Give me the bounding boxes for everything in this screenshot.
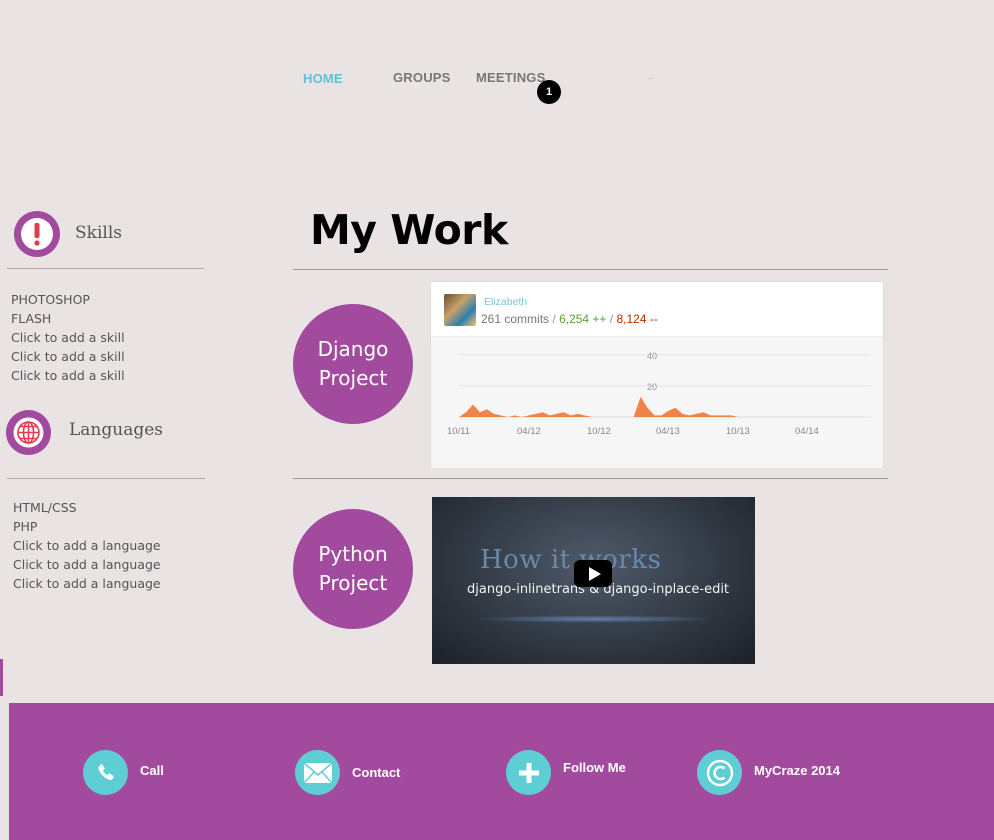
add-language-link[interactable]: Click to add a language: [13, 574, 161, 593]
commit-count: 261 commits: [481, 312, 550, 326]
y-tick-label: 20: [647, 382, 657, 392]
languages-divider: [7, 478, 205, 479]
languages-list: HTML/CSS PHP Click to add a language Cli…: [13, 498, 161, 593]
language-item: PHP: [13, 519, 38, 534]
footer-call-label: Call: [140, 763, 164, 778]
sidebar-accent-bar: [0, 659, 3, 696]
add-language-link[interactable]: Click to add a language: [13, 536, 161, 555]
plus-icon: [506, 750, 551, 795]
add-language-link[interactable]: Click to add a language: [13, 555, 161, 574]
footer-copyright-label: MyCraze 2014: [754, 763, 840, 778]
commit-activity-card[interactable]: Elizabeth 261 commits / 6,254 ++ / 8,124…: [430, 281, 884, 468]
phone-icon: [83, 750, 128, 795]
avatar[interactable]: [444, 294, 476, 326]
x-tick-label: 04/14: [795, 426, 819, 437]
deletions-count: 8,124 --: [616, 312, 658, 326]
add-skill-link[interactable]: Click to add a skill: [11, 328, 125, 347]
footer-call[interactable]: Call: [83, 750, 164, 795]
x-tick-label: 10/11: [447, 426, 470, 437]
commit-area-series: [459, 396, 871, 417]
x-tick-label: 10/12: [587, 426, 611, 437]
notification-badge[interactable]: 1: [537, 80, 561, 104]
globe-icon: [6, 410, 51, 455]
nav-home[interactable]: HOME: [303, 71, 343, 86]
x-tick-label: 10/13: [726, 426, 750, 437]
skills-heading: Skills: [75, 223, 122, 243]
stats-separator: /: [609, 312, 614, 326]
footer-follow[interactable]: Follow Me: [506, 750, 626, 795]
commit-stats: 261 commits / 6,254 ++ / 8,124 --: [481, 312, 658, 326]
footer-contact[interactable]: Contact: [295, 750, 400, 795]
x-tick-label: 04/12: [517, 426, 541, 437]
commit-chart: 40 20 10/11 04/12 10/12 04/13 10/13 04/14: [447, 351, 871, 437]
page-title: My Work: [310, 206, 508, 254]
languages-heading: Languages: [69, 420, 164, 440]
commit-chart-area: 40 20 10/11 04/12 10/12 04/13 10/13 04/14: [431, 337, 883, 468]
nav-meetings[interactable]: MEETINGS: [476, 70, 546, 85]
project-divider: [293, 478, 888, 479]
x-tick-label: 04/13: [656, 426, 680, 437]
footer-contact-label: Contact: [352, 765, 401, 780]
footer-copyright[interactable]: MyCraze 2014: [697, 750, 840, 795]
skills-divider: [7, 268, 204, 269]
y-tick-label: 40: [647, 351, 657, 361]
footer: Call Contact Follow Me MyCraze 2014: [9, 703, 994, 840]
footer-follow-label: Follow Me: [563, 760, 626, 775]
copyright-icon: [697, 750, 742, 795]
add-skill-link[interactable]: Click to add a skill: [11, 347, 125, 366]
nav-groups[interactable]: GROUPS: [393, 70, 451, 85]
video-glow: [472, 615, 717, 623]
stats-separator: /: [552, 312, 556, 326]
additions-count: 6,254 ++: [559, 312, 607, 326]
skill-item: FLASH: [11, 311, 52, 326]
language-item: HTML/CSS: [13, 500, 77, 515]
play-icon: [588, 566, 601, 581]
python-project-badge[interactable]: Python Project: [293, 509, 413, 629]
skill-item: PHOTOSHOP: [11, 292, 90, 307]
django-project-badge[interactable]: Django Project: [293, 304, 413, 424]
envelope-icon: [295, 750, 340, 795]
play-button[interactable]: [574, 560, 612, 587]
add-skill-link[interactable]: Click to add a skill: [11, 366, 125, 385]
skills-list: PHOTOSHOP FLASH Click to add a skill Cli…: [11, 290, 125, 385]
title-divider: [293, 269, 888, 270]
contributor-name[interactable]: Elizabeth: [484, 296, 527, 308]
commit-card-header: Elizabeth 261 commits / 6,254 ++ / 8,124…: [431, 282, 883, 337]
video-title: How it works: [480, 545, 662, 575]
exclamation-icon: [14, 211, 60, 257]
video-player[interactable]: How it works django-inlinetrans & django…: [432, 497, 755, 664]
nav-more[interactable]: ..: [648, 72, 654, 82]
